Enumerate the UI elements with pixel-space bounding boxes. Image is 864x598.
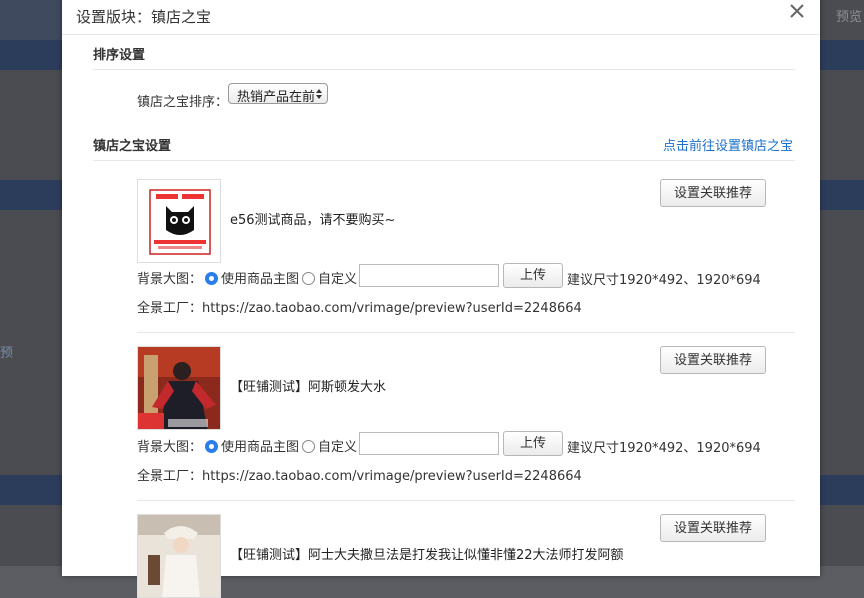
- size-hint: 建议尺寸1920*492、1920*694: [567, 441, 761, 456]
- dialog-header: 设置版块：镇店之宝: [62, 0, 820, 35]
- product-image: [137, 346, 221, 430]
- set-related-recommend-button[interactable]: 设置关联推荐: [660, 514, 766, 542]
- radio-custom[interactable]: [302, 440, 316, 453]
- divider: [137, 500, 795, 501]
- custom-bg-input[interactable]: [359, 264, 499, 287]
- panorama-label: 全景工厂：: [137, 469, 203, 484]
- size-hint: 建议尺寸1920*492、1920*694: [567, 273, 761, 288]
- radio-use-main-image-label: 使用商品主图: [221, 440, 300, 455]
- panorama-row: 全景工厂：https://zao.taobao.com/vrimage/prev…: [137, 297, 582, 316]
- product-name: e56测试商品，请不要购买~: [230, 213, 396, 228]
- sort-select-value: 热销产品在前: [237, 90, 316, 105]
- close-icon[interactable]: [786, 0, 808, 22]
- bg-image-label: 背景大图：: [137, 440, 203, 455]
- set-related-recommend-button[interactable]: 设置关联推荐: [660, 346, 766, 374]
- updown-arrow-icon: [316, 89, 322, 99]
- panorama-row: 全景工厂：https://zao.taobao.com/vrimage/prev…: [137, 465, 582, 484]
- panorama-url: https://zao.taobao.com/vrimage/preview?u…: [202, 301, 582, 316]
- radio-use-main-image[interactable]: [205, 440, 219, 453]
- product-name: 【旺铺测试】阿斯顿发大水: [230, 380, 387, 395]
- sort-label: 镇店之宝排序：: [137, 95, 229, 110]
- background-preview-text: 预览: [836, 10, 863, 25]
- custom-bg-input[interactable]: [359, 432, 499, 455]
- goto-treasure-settings-link[interactable]: 点击前往设置镇店之宝: [663, 135, 793, 154]
- upload-button[interactable]: 上传: [503, 431, 563, 456]
- sort-section-title: 排序设置: [93, 48, 146, 63]
- sort-select[interactable]: 热销产品在前: [228, 83, 328, 105]
- product-name: 【旺铺测试】阿士大夫撒旦法是打发我让似懂非懂22大法师打发阿额: [230, 548, 624, 563]
- panorama-url: https://zao.taobao.com/vrimage/preview?u…: [202, 469, 582, 484]
- treasure-section-title: 镇店之宝设置: [93, 139, 172, 154]
- radio-custom-label: 自定义: [318, 272, 358, 287]
- panorama-label: 全景工厂：: [137, 301, 203, 316]
- bg-image-row: 背景大图： 使用商品主图 自定义: [137, 268, 357, 287]
- divider: [93, 160, 795, 161]
- radio-custom[interactable]: [302, 272, 316, 285]
- radio-use-main-image[interactable]: [205, 272, 219, 285]
- background-left-text: 预: [0, 346, 14, 361]
- product-image: [137, 514, 221, 598]
- settings-dialog: 设置版块：镇店之宝 排序设置 镇店之宝排序： 热销产品在前 镇店之宝设置 点击前…: [62, 0, 820, 598]
- bg-image-label: 背景大图：: [137, 272, 203, 287]
- dialog-title: 设置版块：镇店之宝: [76, 8, 212, 26]
- set-related-recommend-button[interactable]: 设置关联推荐: [660, 179, 766, 207]
- upload-button[interactable]: 上传: [503, 263, 563, 288]
- divider: [137, 332, 795, 333]
- radio-use-main-image-label: 使用商品主图: [221, 272, 300, 287]
- product-image: [137, 179, 221, 263]
- divider: [93, 69, 795, 70]
- radio-custom-label: 自定义: [318, 440, 358, 455]
- bg-image-row: 背景大图： 使用商品主图 自定义: [137, 436, 357, 455]
